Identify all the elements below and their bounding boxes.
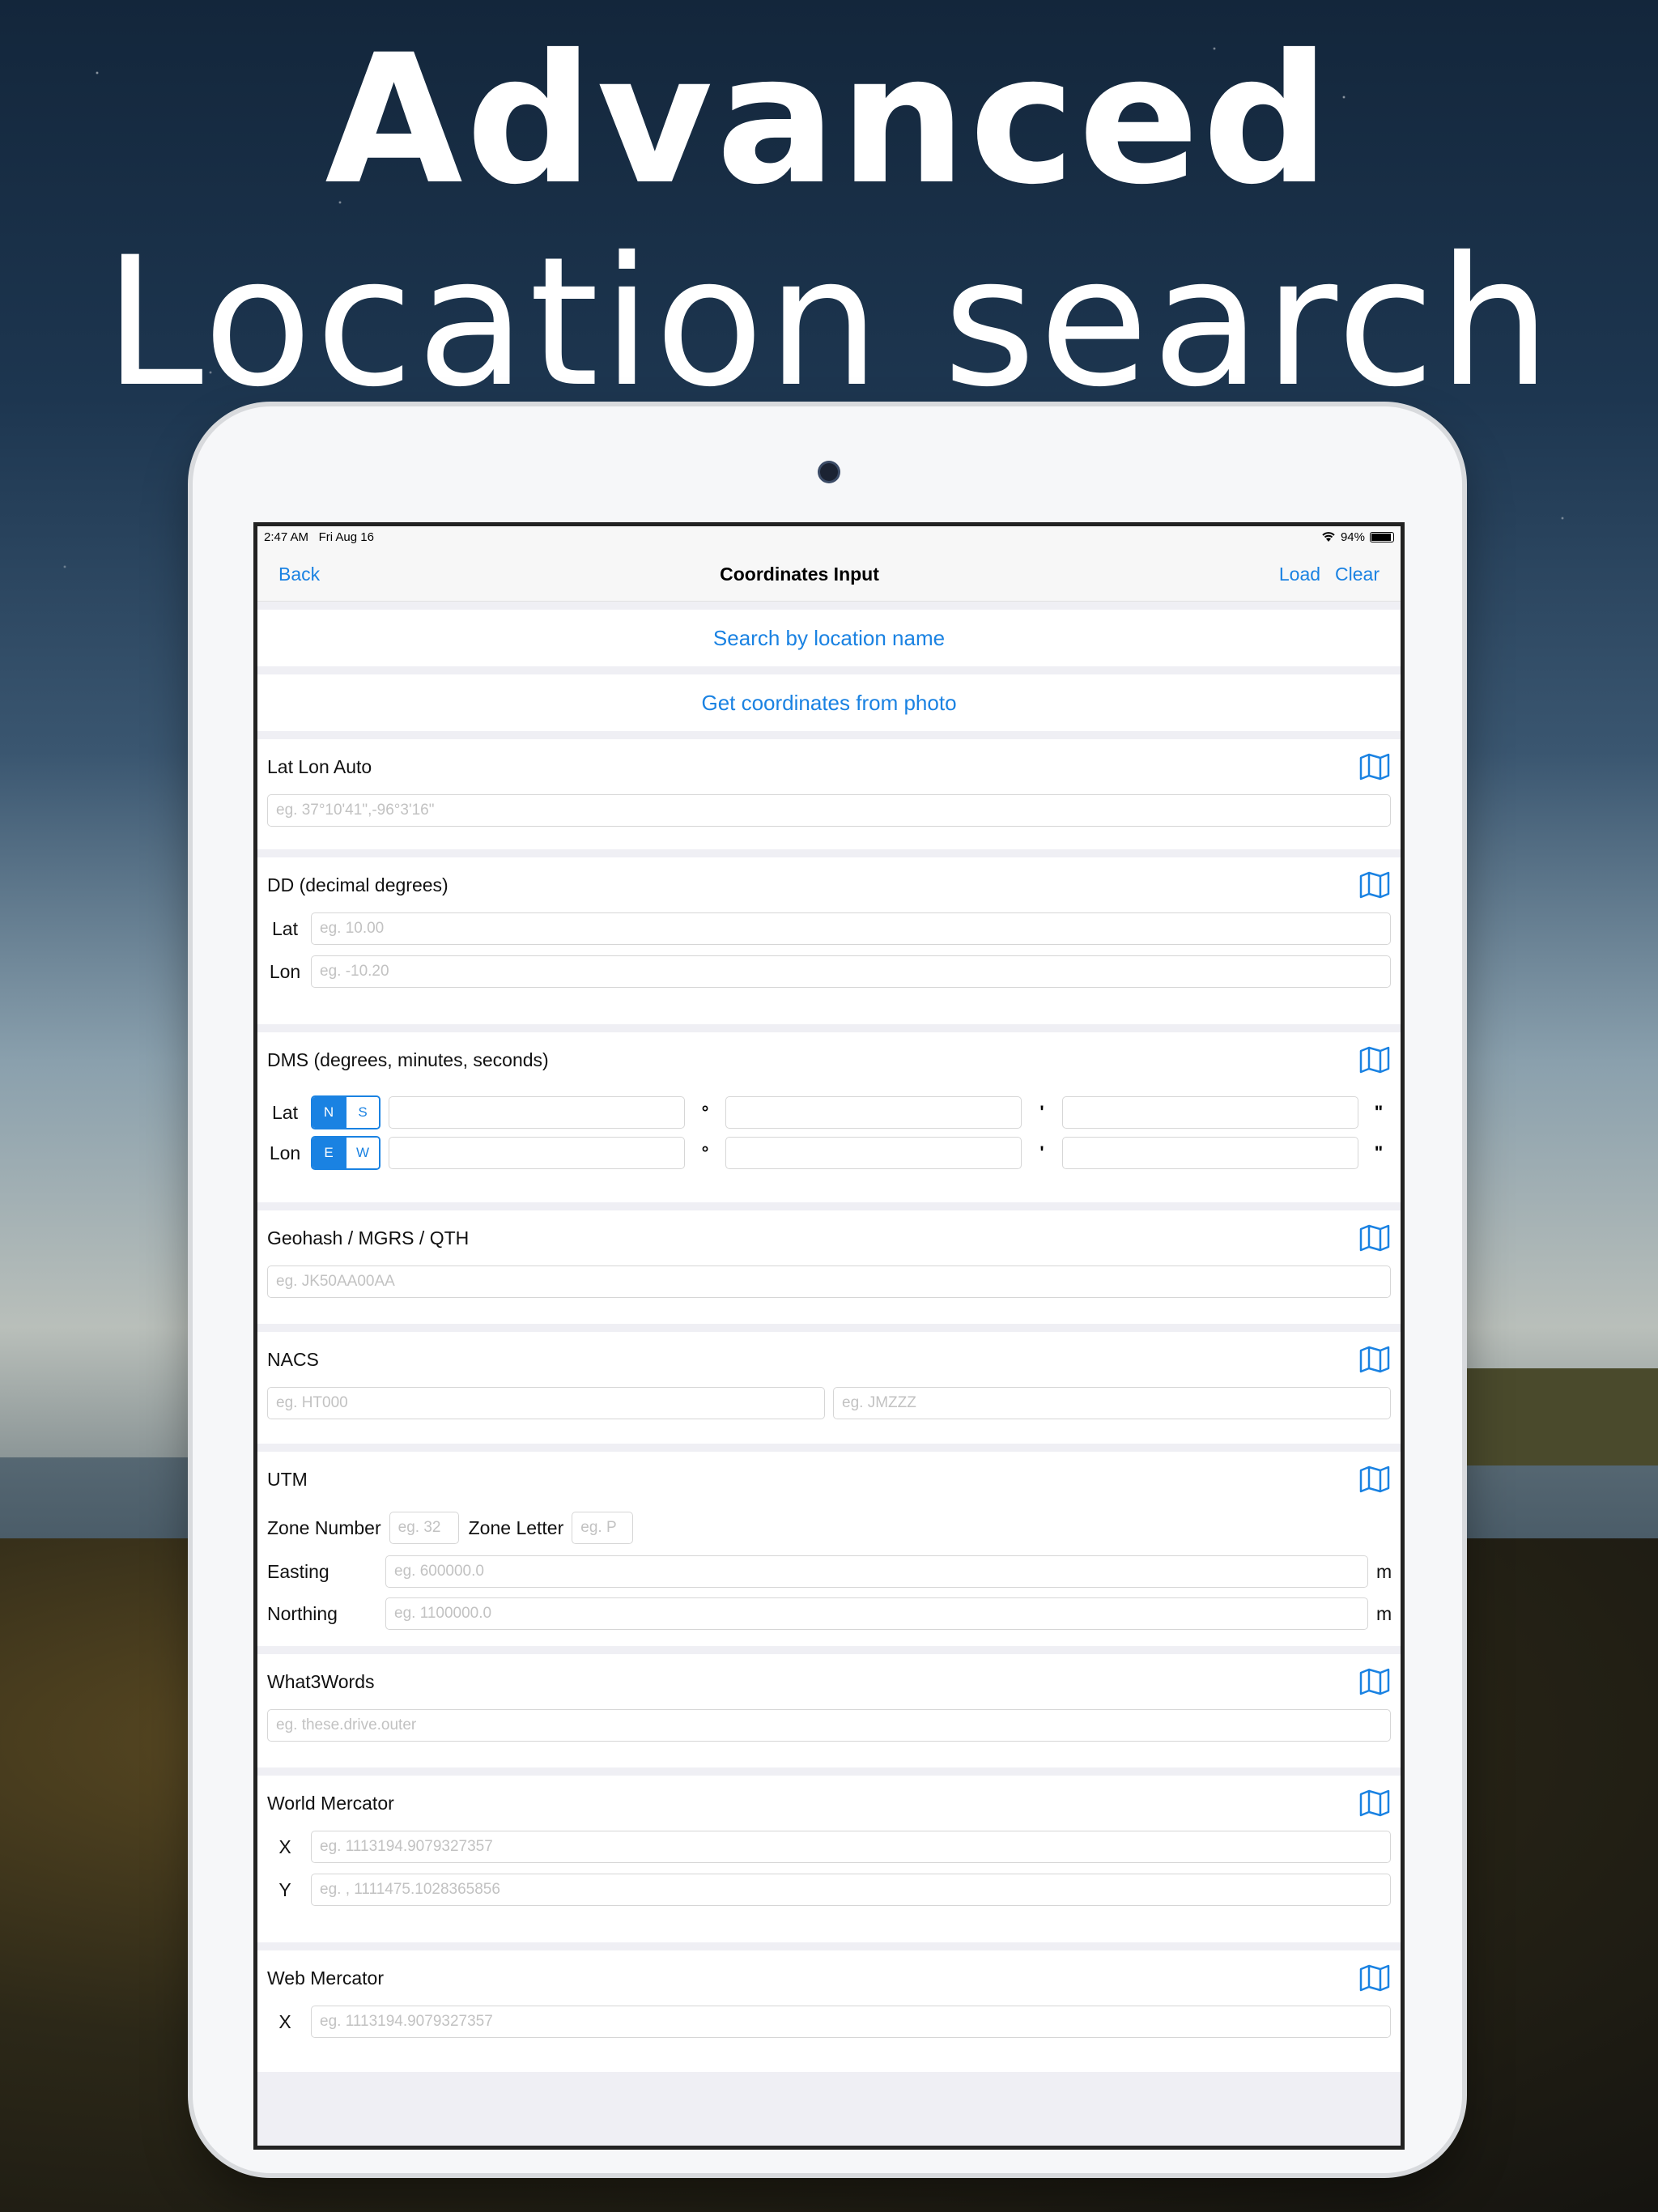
y-label: Y <box>278 1878 291 1900</box>
web-mercator-x-input[interactable]: eg. 1113194.9079327357 <box>311 2006 1391 2038</box>
east-option[interactable]: E <box>312 1138 345 1168</box>
lat-hemisphere-toggle[interactable]: N S <box>311 1095 380 1129</box>
section-geohash: Geohash / MGRS / QTH eg. JK50AA00AA <box>257 1210 1401 1324</box>
nacs-input-2[interactable]: eg. JMZZZ <box>833 1387 1391 1419</box>
lon-seconds-input[interactable] <box>1062 1137 1358 1169</box>
latlon-input[interactable]: eg. 37°10'41",-96°3'16" <box>267 794 1391 827</box>
map-icon[interactable] <box>1358 1046 1391 1074</box>
navigation-bar: Back Coordinates Input Load Clear <box>257 547 1401 602</box>
lon-hemisphere-toggle[interactable]: E W <box>311 1136 380 1170</box>
wifi-icon <box>1322 532 1335 542</box>
northing-label: Northing <box>267 1602 338 1624</box>
easting-unit: m <box>1376 1560 1392 1582</box>
camera-icon <box>820 463 838 481</box>
headline-line1: Advanced <box>325 16 1333 223</box>
map-icon[interactable] <box>1358 1668 1391 1695</box>
section-web-mercator: Web Mercator X eg. 1113194.9079327357 <box>257 1950 1401 2072</box>
headline-line2: Location search <box>104 219 1554 426</box>
second-symbol: " <box>1374 1142 1384 1163</box>
section-nacs: NACS eg. HT000 eg. JMZZZ <box>257 1332 1401 1444</box>
zone-letter-label: Zone Letter <box>468 1516 564 1538</box>
x-label: X <box>278 1836 291 1857</box>
section-dd: DD (decimal degrees) Lat eg. 10.00 Lon e… <box>257 857 1401 1024</box>
map-icon[interactable] <box>1358 1789 1391 1817</box>
map-icon[interactable] <box>1358 1224 1391 1252</box>
minute-symbol: ' <box>1039 1142 1044 1163</box>
section-title: What3Words <box>267 1670 375 1692</box>
easting-label: Easting <box>267 1560 329 1582</box>
section-world-mercator: World Mercator X eg. 1113194.9079327357 … <box>257 1776 1401 1942</box>
west-option[interactable]: W <box>345 1138 379 1168</box>
status-date: Fri Aug 16 <box>318 530 374 544</box>
section-latlon-auto: Lat Lon Auto eg. 37°10'41",-96°3'16" <box>257 739 1401 849</box>
lon-label: Lon <box>269 960 301 982</box>
back-button[interactable]: Back <box>278 564 320 585</box>
page-title: Coordinates Input <box>720 563 879 585</box>
world-mercator-y-input[interactable]: eg. , 1111475.1028365856 <box>311 1874 1391 1906</box>
what3words-input[interactable]: eg. these.drive.outer <box>267 1709 1391 1742</box>
map-icon[interactable] <box>1358 1465 1391 1493</box>
degree-symbol: ° <box>701 1142 709 1163</box>
x-label: X <box>278 2010 291 2032</box>
status-time: 2:47 AM <box>264 530 309 544</box>
dd-lon-input[interactable]: eg. -10.20 <box>311 955 1391 988</box>
app-screen: 2:47 AM Fri Aug 16 94% Back Coordinates … <box>253 522 1405 2150</box>
easting-input[interactable]: eg. 600000.0 <box>385 1555 1368 1588</box>
lat-label: Lat <box>272 1101 298 1123</box>
map-icon[interactable] <box>1358 871 1391 899</box>
dd-lat-input[interactable]: eg. 10.00 <box>311 912 1391 945</box>
south-option[interactable]: S <box>345 1097 379 1128</box>
section-title: World Mercator <box>267 1792 394 1814</box>
degree-symbol: ° <box>701 1102 709 1122</box>
lon-label: Lon <box>269 1142 301 1163</box>
search-by-name-button[interactable]: Search by location name <box>257 610 1401 666</box>
geohash-input[interactable]: eg. JK50AA00AA <box>267 1266 1391 1298</box>
lat-minutes-input[interactable] <box>725 1096 1022 1129</box>
battery-icon <box>1370 531 1394 542</box>
northing-unit: m <box>1376 1602 1392 1624</box>
section-title: DMS (degrees, minutes, seconds) <box>267 1049 549 1070</box>
load-button[interactable]: Load <box>1279 564 1320 585</box>
map-icon[interactable] <box>1358 1964 1391 1992</box>
map-icon[interactable] <box>1358 753 1391 781</box>
lon-minutes-input[interactable] <box>725 1137 1022 1169</box>
zone-letter-input[interactable]: eg. P <box>572 1512 634 1544</box>
northing-input[interactable]: eg. 1100000.0 <box>385 1597 1368 1630</box>
coords-from-photo-button[interactable]: Get coordinates from photo <box>257 674 1401 731</box>
zone-number-input[interactable]: eg. 32 <box>389 1512 459 1544</box>
section-title: NACS <box>267 1348 319 1370</box>
north-option[interactable]: N <box>312 1097 345 1128</box>
section-utm: UTM Zone Number eg. 32 Zone Letter eg. P… <box>257 1452 1401 1646</box>
clear-button[interactable]: Clear <box>1335 564 1380 585</box>
section-title: Lat Lon Auto <box>267 755 372 777</box>
second-symbol: " <box>1374 1102 1384 1122</box>
world-mercator-x-input[interactable]: eg. 1113194.9079327357 <box>311 1831 1391 1863</box>
section-title: Web Mercator <box>267 1967 385 1989</box>
lat-seconds-input[interactable] <box>1062 1096 1358 1129</box>
minute-symbol: ' <box>1039 1102 1044 1122</box>
section-dms: DMS (degrees, minutes, seconds) Lat N S … <box>257 1032 1401 1202</box>
lat-label: Lat <box>272 917 298 939</box>
zone-number-label: Zone Number <box>267 1516 381 1538</box>
section-title: DD (decimal degrees) <box>267 874 449 895</box>
lon-degrees-input[interactable] <box>389 1137 685 1169</box>
lat-degrees-input[interactable] <box>389 1096 685 1129</box>
section-title: UTM <box>267 1468 308 1490</box>
section-what3words: What3Words eg. these.drive.outer <box>257 1654 1401 1767</box>
nacs-input-1[interactable]: eg. HT000 <box>267 1387 825 1419</box>
map-icon[interactable] <box>1358 1346 1391 1373</box>
section-title: Geohash / MGRS / QTH <box>267 1227 470 1249</box>
battery-percent: 94% <box>1340 530 1365 544</box>
status-bar: 2:47 AM Fri Aug 16 94% <box>257 526 1401 547</box>
